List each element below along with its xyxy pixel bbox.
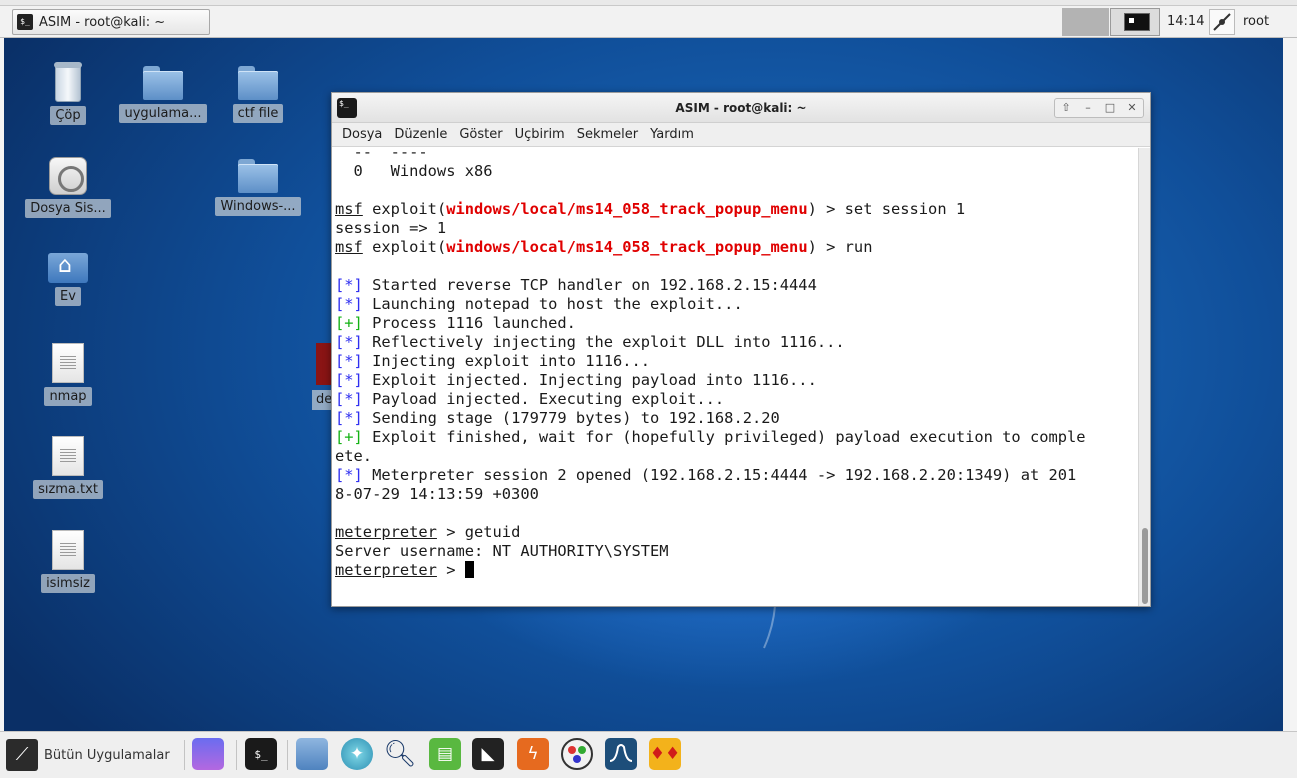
desktop-icon-label: uygulama... [119, 104, 207, 123]
top-panel: $_ ASIM - root@kali: ~ 14:14 root [0, 6, 1297, 38]
terminal-line: [*] Launching notepad to host the exploi… [335, 295, 743, 313]
desktop-icon-folder-uygulama[interactable]: uygulama... [118, 66, 208, 127]
text-file-icon [52, 343, 84, 383]
dock-separator [287, 740, 288, 770]
folder-icon [238, 66, 278, 100]
terminal-line: 8-07-29 14:13:59 +0300 [335, 485, 539, 503]
desktop-icon-label: ctf file [232, 104, 284, 123]
shade-icon[interactable]: ⇧ [1055, 99, 1077, 117]
dock-separator [184, 740, 185, 770]
desktop-icon-label: nmap [44, 387, 92, 406]
all-applications-button[interactable]: ⟋ Bütün Uygulamalar [6, 736, 170, 774]
desktop-icon-label: Dosya Sis... [25, 199, 111, 218]
bottom-dock: ⟋ Bütün Uygulamalar $_ ✦ 🔍︎ ▤ ◣ ϟ ♦♦ [0, 731, 1297, 778]
terminal-line: [*] Meterpreter session 2 opened (192.16… [335, 466, 1077, 484]
desktop-icon-nmap[interactable]: nmap [23, 343, 113, 410]
workspace-2[interactable] [1110, 8, 1160, 36]
terminal-line: [*] Sending stage (179779 bytes) to 192.… [335, 409, 780, 427]
terminal-line: ete. [335, 447, 373, 465]
desktop-icon-label: Windows-... [215, 197, 301, 216]
window-controls: ⇧ – □ ✕ [1054, 98, 1144, 118]
menu-sekmeler[interactable]: Sekmeler [571, 127, 644, 142]
folder-icon [238, 159, 278, 193]
notes-icon[interactable]: ▤ [429, 738, 461, 770]
faraday-icon[interactable]: ♦♦ [649, 738, 681, 770]
dock-separator [236, 740, 237, 770]
text-file-icon [52, 436, 84, 476]
terminal-icon: $_ [17, 14, 33, 30]
clock[interactable]: 14:14 [1167, 14, 1204, 29]
kali-dragon-icon: ⟋ [6, 739, 38, 771]
terminal-line: meterpreter > getuid [335, 523, 521, 541]
desktop-icon-isimsiz[interactable]: isimsiz [23, 530, 113, 597]
search-icon[interactable]: 🔍︎ [384, 738, 417, 770]
menu-duzenle[interactable]: Düzenle [388, 127, 453, 142]
desktop-icon-label: Ev [55, 287, 81, 306]
wireshark-icon[interactable] [605, 738, 637, 770]
scrollbar-thumb[interactable] [1142, 528, 1148, 604]
terminal-output[interactable]: -- ---- 0 Windows x86 msf exploit(window… [332, 148, 1138, 606]
taskbar-button-label: ASIM - root@kali: ~ [39, 14, 166, 30]
network-icon[interactable] [1209, 9, 1235, 35]
minimize-icon[interactable]: – [1077, 99, 1099, 117]
terminal-window[interactable]: $_ ASIM - root@kali: ~ ⇧ – □ ✕ Dosya Düz… [331, 92, 1151, 607]
desktop-icon-label: sızma.txt [33, 480, 103, 499]
window-titlebar[interactable]: $_ ASIM - root@kali: ~ ⇧ – □ ✕ [332, 93, 1150, 123]
desktop-icon-label: Çöp [50, 106, 86, 125]
web-browser-icon[interactable]: ✦ [341, 738, 373, 770]
terminal-line: [*] Exploit injected. Injecting payload … [335, 371, 817, 389]
terminal-line: [*] Started reverse TCP handler on 192.1… [335, 276, 817, 294]
desktop-icon-home[interactable]: Ev [23, 249, 113, 310]
desktop-right-border [1283, 38, 1297, 731]
workspace-1[interactable] [1062, 8, 1109, 36]
menu-dosya[interactable]: Dosya [336, 127, 388, 142]
text-cursor [464, 561, 474, 578]
desktop-icon-sizma[interactable]: sızma.txt [23, 436, 113, 503]
terminal-line: [*] Reflectively injecting the exploit D… [335, 333, 845, 351]
folder-icon [143, 66, 183, 100]
terminal-line: [*] Injecting exploit into 1116... [335, 352, 651, 370]
terminal-line: 0 Windows x86 [335, 162, 493, 180]
close-icon[interactable]: ✕ [1121, 99, 1143, 117]
taskbar-terminal-button[interactable]: $_ ASIM - root@kali: ~ [12, 9, 210, 35]
workspace-window-preview [1124, 13, 1150, 31]
maltego-icon[interactable] [561, 738, 593, 770]
terminal-line: [+] Process 1116 launched. [335, 314, 576, 332]
terminal-line: msf exploit(windows/local/ms14_058_track… [335, 238, 873, 256]
all-applications-label: Bütün Uygulamalar [44, 747, 170, 763]
window-title: ASIM - root@kali: ~ [675, 101, 807, 115]
desktop-icon-folder-windows[interactable]: Windows-... [213, 159, 303, 220]
desktop-icon-filesystem[interactable]: Dosya Sis... [23, 157, 113, 222]
menu-bar: Dosya Düzenle Göster Uçbirim Sekmeler Ya… [332, 123, 1150, 147]
user-menu[interactable]: root [1243, 14, 1269, 29]
desktop-icon-label: isimsiz [41, 574, 95, 593]
terminal-line: [*] Payload injected. Executing exploit.… [335, 390, 725, 408]
desktop-icon-trash[interactable]: Çöp [23, 62, 113, 129]
file-manager-icon[interactable] [296, 738, 328, 770]
terminal-line: [+] Exploit finished, wait for (hopefull… [335, 428, 1086, 446]
terminal-icon[interactable]: $_ [245, 738, 277, 770]
terminal-prompt-line[interactable]: meterpreter > [335, 561, 1138, 580]
home-folder-icon [48, 249, 88, 283]
workspace-switcher-icon[interactable] [192, 738, 224, 770]
metasploit-icon[interactable]: ◣ [472, 738, 504, 770]
menu-yardim[interactable]: Yardım [644, 127, 700, 142]
maximize-icon[interactable]: □ [1099, 99, 1121, 117]
terminal-line: Server username: NT AUTHORITY\SYSTEM [335, 542, 669, 560]
menu-ucbirim[interactable]: Uçbirim [509, 127, 571, 142]
terminal-line: session => 1 [335, 219, 447, 237]
terminal-scrollbar[interactable] [1138, 148, 1150, 606]
hard-disk-icon [49, 157, 87, 195]
menu-goster[interactable]: Göster [453, 127, 508, 142]
desktop-icon-folder-ctf[interactable]: ctf file [213, 66, 303, 127]
text-file-icon [52, 530, 84, 570]
burpsuite-icon[interactable]: ϟ [517, 738, 549, 770]
terminal-line: -- ---- [335, 148, 428, 161]
terminal-line: msf exploit(windows/local/ms14_058_track… [335, 200, 966, 218]
trash-icon [54, 62, 82, 102]
